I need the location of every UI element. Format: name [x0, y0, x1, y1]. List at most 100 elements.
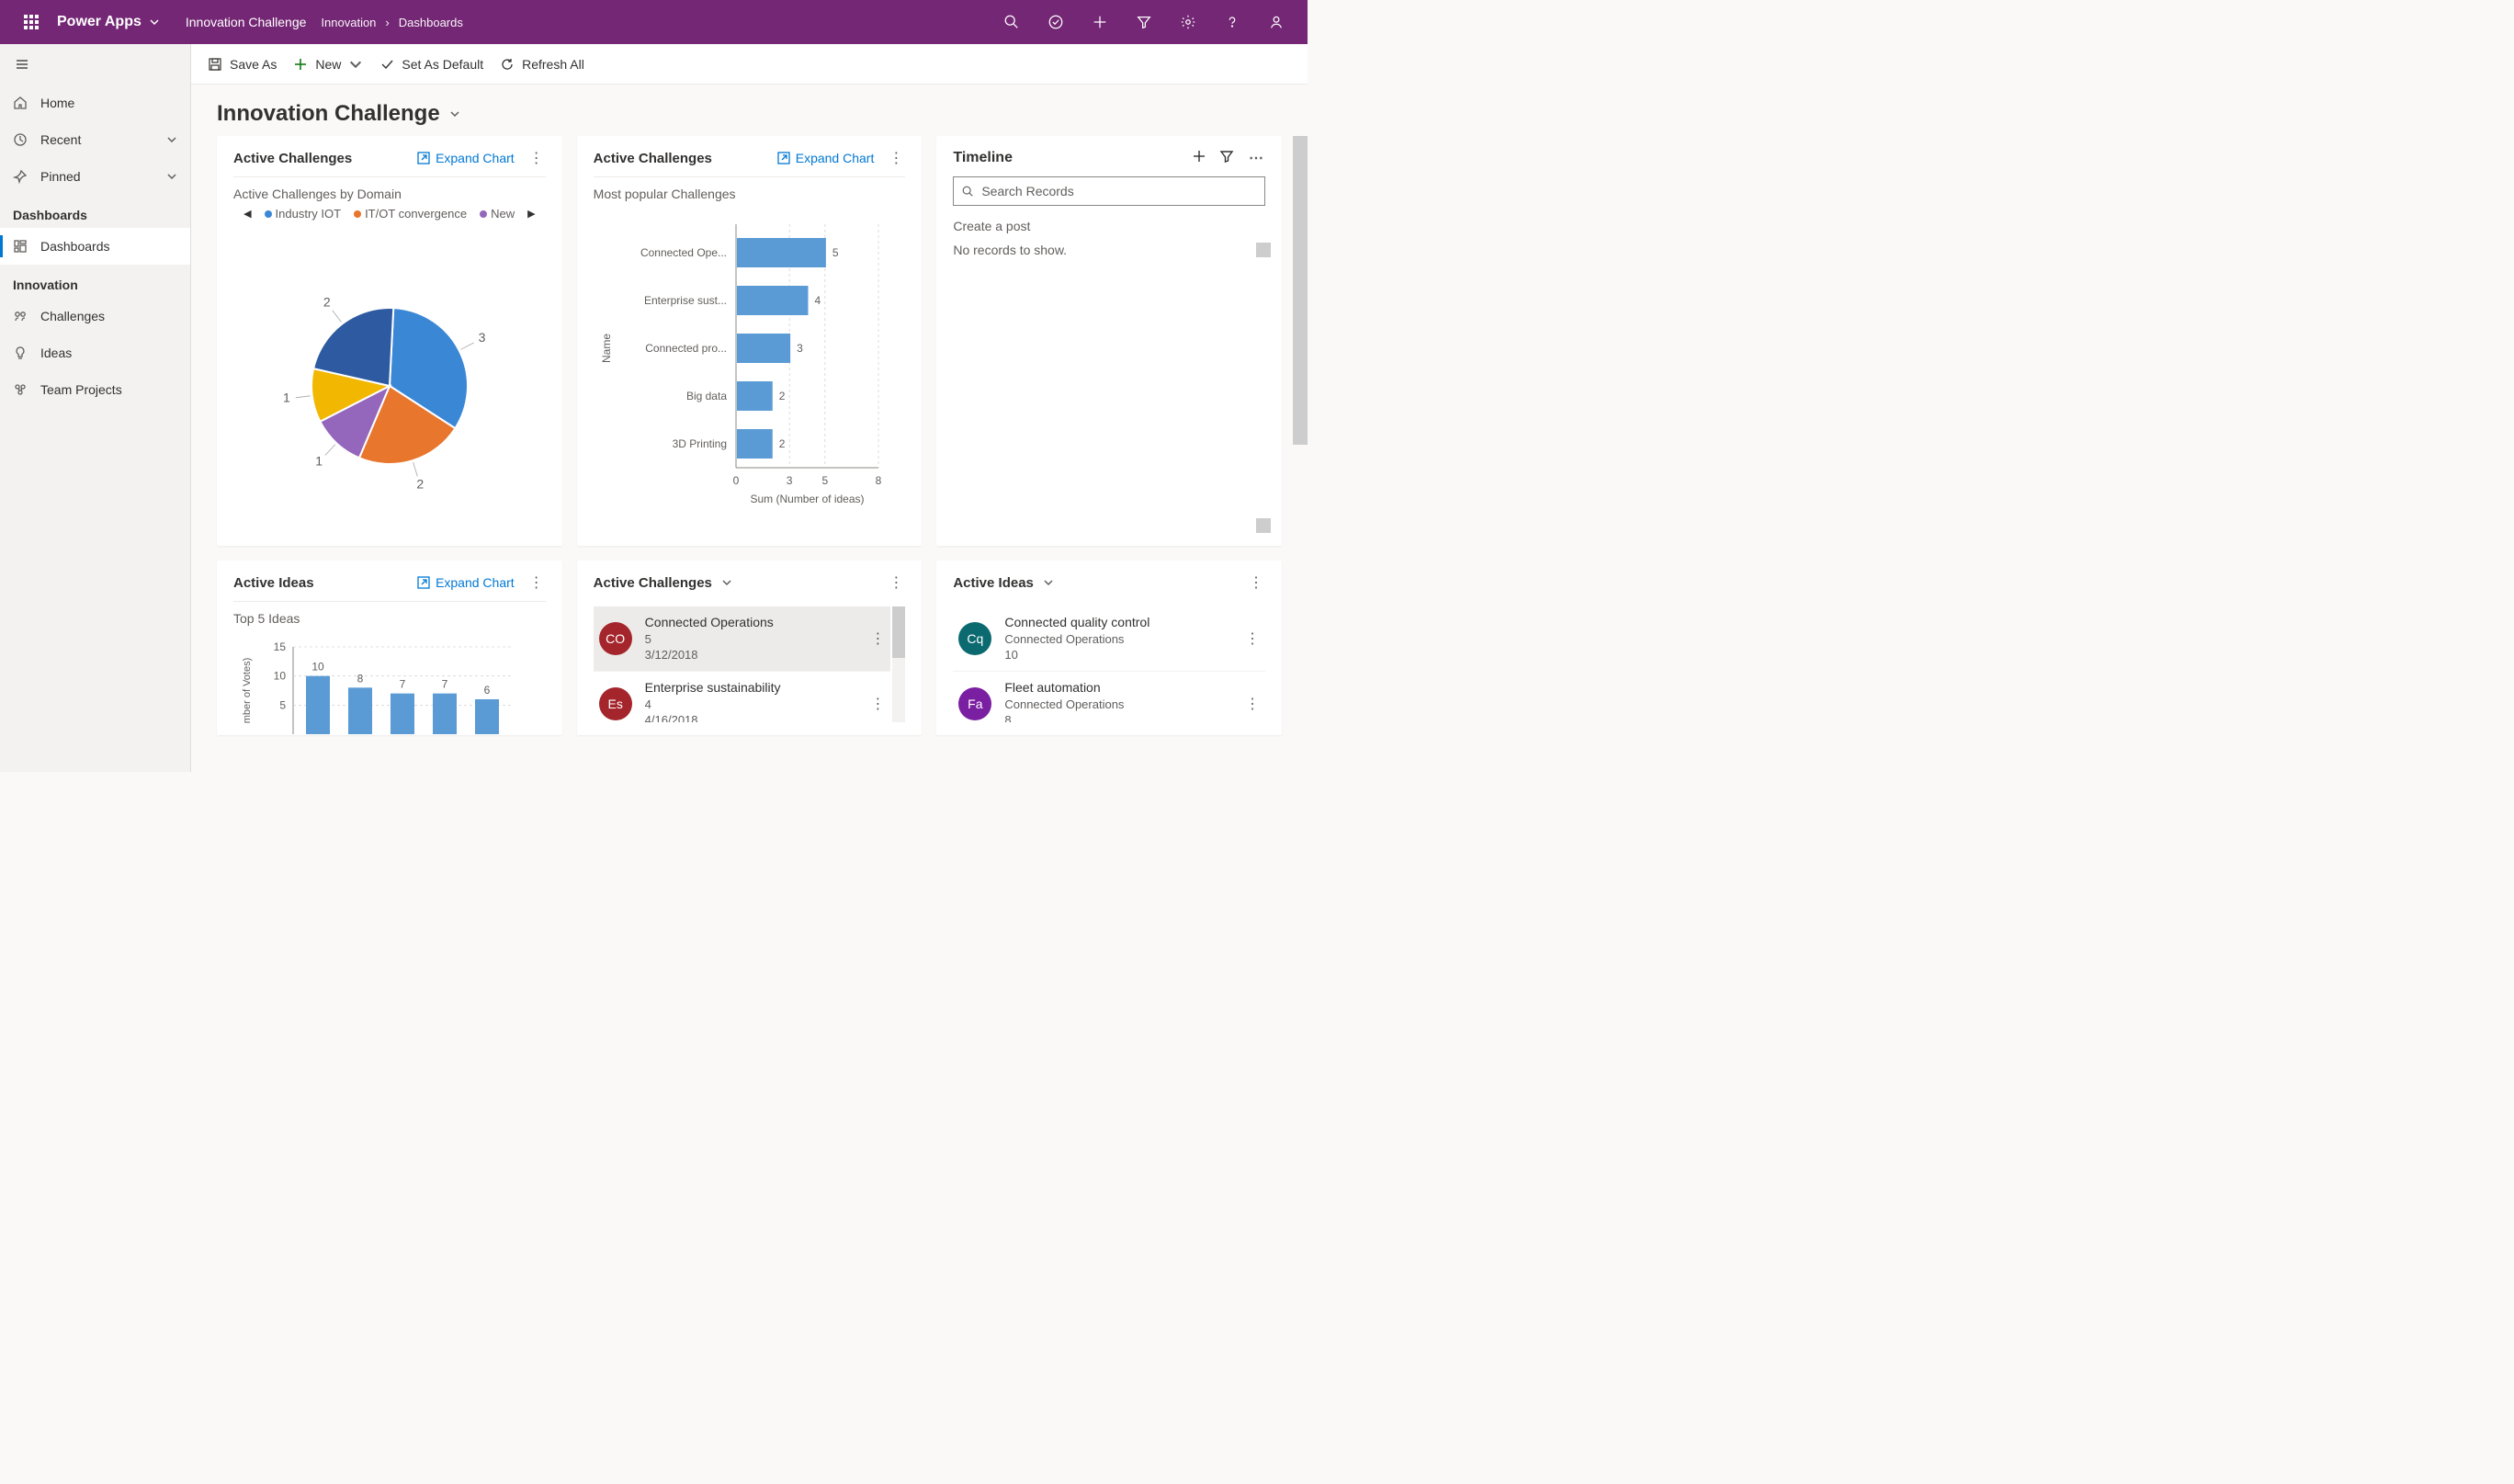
- avatar: Es: [599, 687, 632, 720]
- chevron-down-icon[interactable]: [1043, 577, 1054, 588]
- card-active-challenges-bar: Active Challenges Expand Chart ⋮ Most po…: [577, 136, 923, 546]
- card-title: Active Challenges: [594, 575, 712, 591]
- svg-text:Enterprise sust...: Enterprise sust...: [644, 294, 727, 307]
- more-icon[interactable]: ⋮: [887, 573, 905, 592]
- avatar: CO: [599, 622, 632, 655]
- create-post-link[interactable]: Create a post: [953, 219, 1265, 233]
- search-records-input[interactable]: Search Records: [953, 176, 1265, 206]
- chevron-down-icon[interactable]: [449, 108, 460, 119]
- svg-text:4: 4: [814, 294, 821, 307]
- list-item[interactable]: CqConnected quality controlConnected Ope…: [953, 606, 1265, 672]
- search-icon: [961, 185, 974, 198]
- more-icon[interactable]: ⋮: [1245, 695, 1260, 713]
- page-scrollbar[interactable]: [1293, 136, 1308, 772]
- breadcrumb-item[interactable]: Innovation: [321, 16, 376, 29]
- nav-collapse-icon[interactable]: [0, 44, 44, 85]
- chevron-down-icon[interactable]: [721, 577, 732, 588]
- legend-prev-icon[interactable]: ◀: [243, 208, 251, 220]
- avatar: Cq: [958, 622, 991, 655]
- add-icon[interactable]: [1078, 0, 1122, 44]
- environment-name[interactable]: Innovation Challenge: [186, 15, 307, 29]
- more-icon[interactable]: ⋮: [1247, 573, 1265, 592]
- filter-icon[interactable]: [1219, 149, 1234, 164]
- dashboard-icon: [13, 239, 28, 254]
- svg-text:2: 2: [778, 437, 785, 450]
- search-icon[interactable]: [990, 0, 1034, 44]
- svg-text:5: 5: [279, 698, 286, 711]
- task-icon[interactable]: [1034, 0, 1078, 44]
- list-item[interactable]: EsEnterprise sustainability44/16/2018⋮: [594, 672, 891, 722]
- app-launcher-icon[interactable]: [9, 0, 53, 44]
- svg-text:3D Printing: 3D Printing: [672, 437, 726, 450]
- legend-next-icon[interactable]: ▶: [527, 208, 535, 220]
- expand-chart-button[interactable]: Expand Chart: [417, 575, 515, 590]
- list-body: CqConnected quality controlConnected Ope…: [953, 606, 1265, 722]
- nav-dashboards[interactable]: Dashboards: [0, 228, 190, 265]
- card-title: Active Challenges: [594, 151, 712, 166]
- breadcrumb-item[interactable]: Dashboards: [399, 16, 463, 29]
- svg-text:Sum (Number of ideas): Sum (Number of ideas): [750, 493, 864, 505]
- help-icon[interactable]: [1210, 0, 1254, 44]
- challenges-icon: [13, 309, 28, 323]
- card-title: Timeline: [953, 150, 1013, 166]
- filter-icon[interactable]: [1122, 0, 1166, 44]
- nav-pinned[interactable]: Pinned: [0, 158, 190, 195]
- svg-text:2: 2: [416, 477, 424, 492]
- nav-challenges[interactable]: Challenges: [0, 298, 190, 334]
- chart-subtitle: Active Challenges by Domain: [233, 187, 546, 201]
- page-title: Innovation Challenge: [217, 101, 440, 127]
- card-title: Active Challenges: [233, 151, 352, 166]
- home-icon: [13, 96, 28, 110]
- cmd-new[interactable]: New: [293, 57, 363, 72]
- ideas-icon: [13, 346, 28, 360]
- nav-home[interactable]: Home: [0, 85, 190, 121]
- more-icon[interactable]: ⋮: [870, 695, 885, 713]
- card-title: Active Ideas: [233, 575, 314, 591]
- svg-text:2: 2: [323, 295, 331, 310]
- hbar-chart: 0358Connected Ope...5Enterprise sust...4…: [594, 210, 906, 541]
- expand-chart-button[interactable]: Expand Chart: [777, 151, 875, 165]
- settings-icon[interactable]: [1166, 0, 1210, 44]
- account-icon[interactable]: [1254, 0, 1298, 44]
- svg-text:8: 8: [357, 672, 364, 685]
- card-active-ideas-list: Active Ideas ⋮ CqConnected quality contr…: [936, 561, 1282, 735]
- cmd-set-default[interactable]: Set As Default: [379, 57, 483, 72]
- svg-text:15: 15: [274, 640, 287, 653]
- chart-subtitle: Most popular Challenges: [594, 187, 906, 201]
- more-icon[interactable]: ⋮: [527, 573, 546, 592]
- svg-text:mber of Votes): mber of Votes): [242, 658, 253, 724]
- more-icon[interactable]: ⋮: [527, 149, 546, 167]
- scrollbar[interactable]: [1256, 243, 1271, 533]
- more-icon[interactable]: ⋯: [1247, 149, 1265, 167]
- svg-text:1: 1: [283, 391, 290, 405]
- clock-icon: [13, 132, 28, 147]
- more-icon[interactable]: ⋮: [1245, 629, 1260, 648]
- list-body: COConnected Operations53/12/2018⋮EsEnter…: [594, 606, 906, 722]
- nav-section-innovation: Innovation: [0, 265, 190, 298]
- command-bar: Save As New Set As Default Refresh All: [191, 44, 1308, 85]
- content: Save As New Set As Default Refresh All I…: [191, 44, 1308, 772]
- more-icon[interactable]: ⋮: [870, 629, 885, 648]
- svg-text:7: 7: [442, 678, 448, 691]
- nav-recent[interactable]: Recent: [0, 121, 190, 158]
- more-icon[interactable]: ⋮: [887, 149, 905, 167]
- top-actions: [990, 0, 1298, 44]
- top-bar: Power Apps Innovation Challenge Innovati…: [0, 0, 1308, 44]
- cmd-refresh-all[interactable]: Refresh All: [500, 57, 584, 72]
- nav-ideas[interactable]: Ideas: [0, 334, 190, 371]
- add-icon[interactable]: [1192, 149, 1206, 164]
- pin-icon: [13, 169, 28, 184]
- nav-team-projects[interactable]: Team Projects: [0, 371, 190, 408]
- list-item[interactable]: COConnected Operations53/12/2018⋮: [594, 606, 891, 672]
- expand-chart-button[interactable]: Expand Chart: [417, 151, 515, 165]
- scrollbar[interactable]: [892, 606, 905, 722]
- team-icon: [13, 382, 28, 397]
- svg-text:5: 5: [832, 246, 839, 259]
- list-item[interactable]: FaFleet automationConnected Operations8⋮: [953, 672, 1265, 722]
- svg-text:10: 10: [274, 670, 287, 683]
- card-active-challenges-pie: Active Challenges Expand Chart ⋮ Active …: [217, 136, 562, 546]
- cmd-save-as[interactable]: Save As: [208, 57, 277, 72]
- app-name[interactable]: Power Apps: [57, 14, 160, 30]
- chevron-down-icon: [166, 134, 177, 145]
- card-active-challenges-list: Active Challenges ⋮ COConnected Operatio…: [577, 561, 923, 735]
